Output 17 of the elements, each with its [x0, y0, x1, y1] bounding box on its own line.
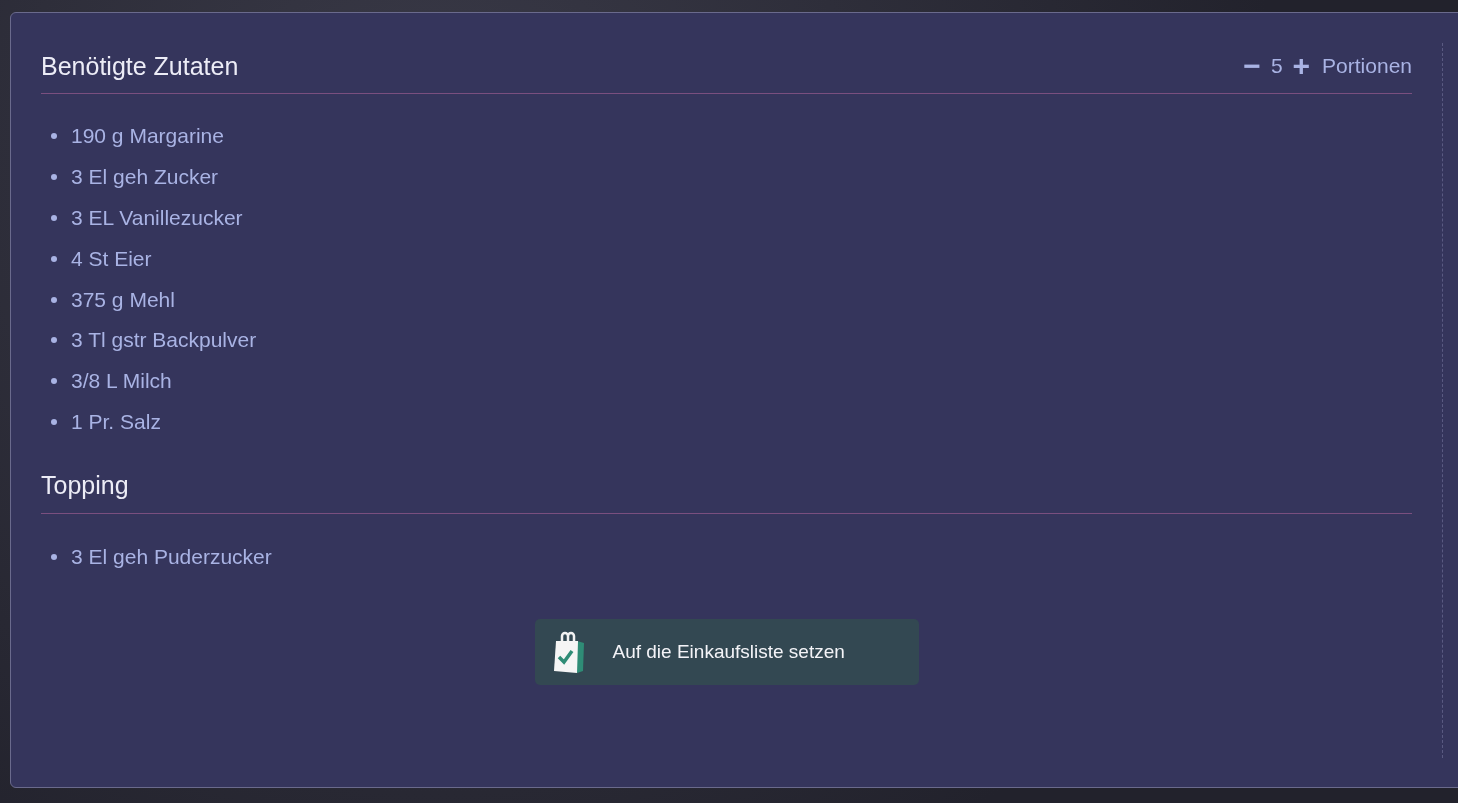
increase-button[interactable]: +	[1290, 51, 1313, 81]
decrease-button[interactable]: −	[1241, 51, 1263, 81]
ingredient-item: 190 g Margarine	[71, 124, 224, 149]
ingredient-item: 3 EL Vanillezucker	[71, 206, 243, 230]
shopping-list-button[interactable]: Auf die Einkaufsliste setzen	[534, 619, 919, 686]
shopping-bag-icon	[552, 631, 585, 674]
ingredient-item: 375 g Mehl	[71, 287, 175, 312]
section-title: Topping	[41, 471, 129, 501]
ingredient-item: 3 El geh Puderzucker	[71, 544, 272, 569]
section-title: Benötigte Zutaten	[41, 51, 239, 81]
ingredient-item: 4 St Eier	[71, 246, 152, 271]
servings-label: Portionen	[1322, 54, 1412, 78]
ingredient-item: 3 El geh Zucker	[71, 165, 219, 190]
ingredient-item: 1 Pr. Salz	[71, 409, 161, 434]
servings-count: 5	[1270, 54, 1283, 78]
ingredient-item: 3 Tl gstr Backpulver	[71, 328, 257, 353]
ingredient-item: 3/8 L Milch	[71, 369, 172, 394]
